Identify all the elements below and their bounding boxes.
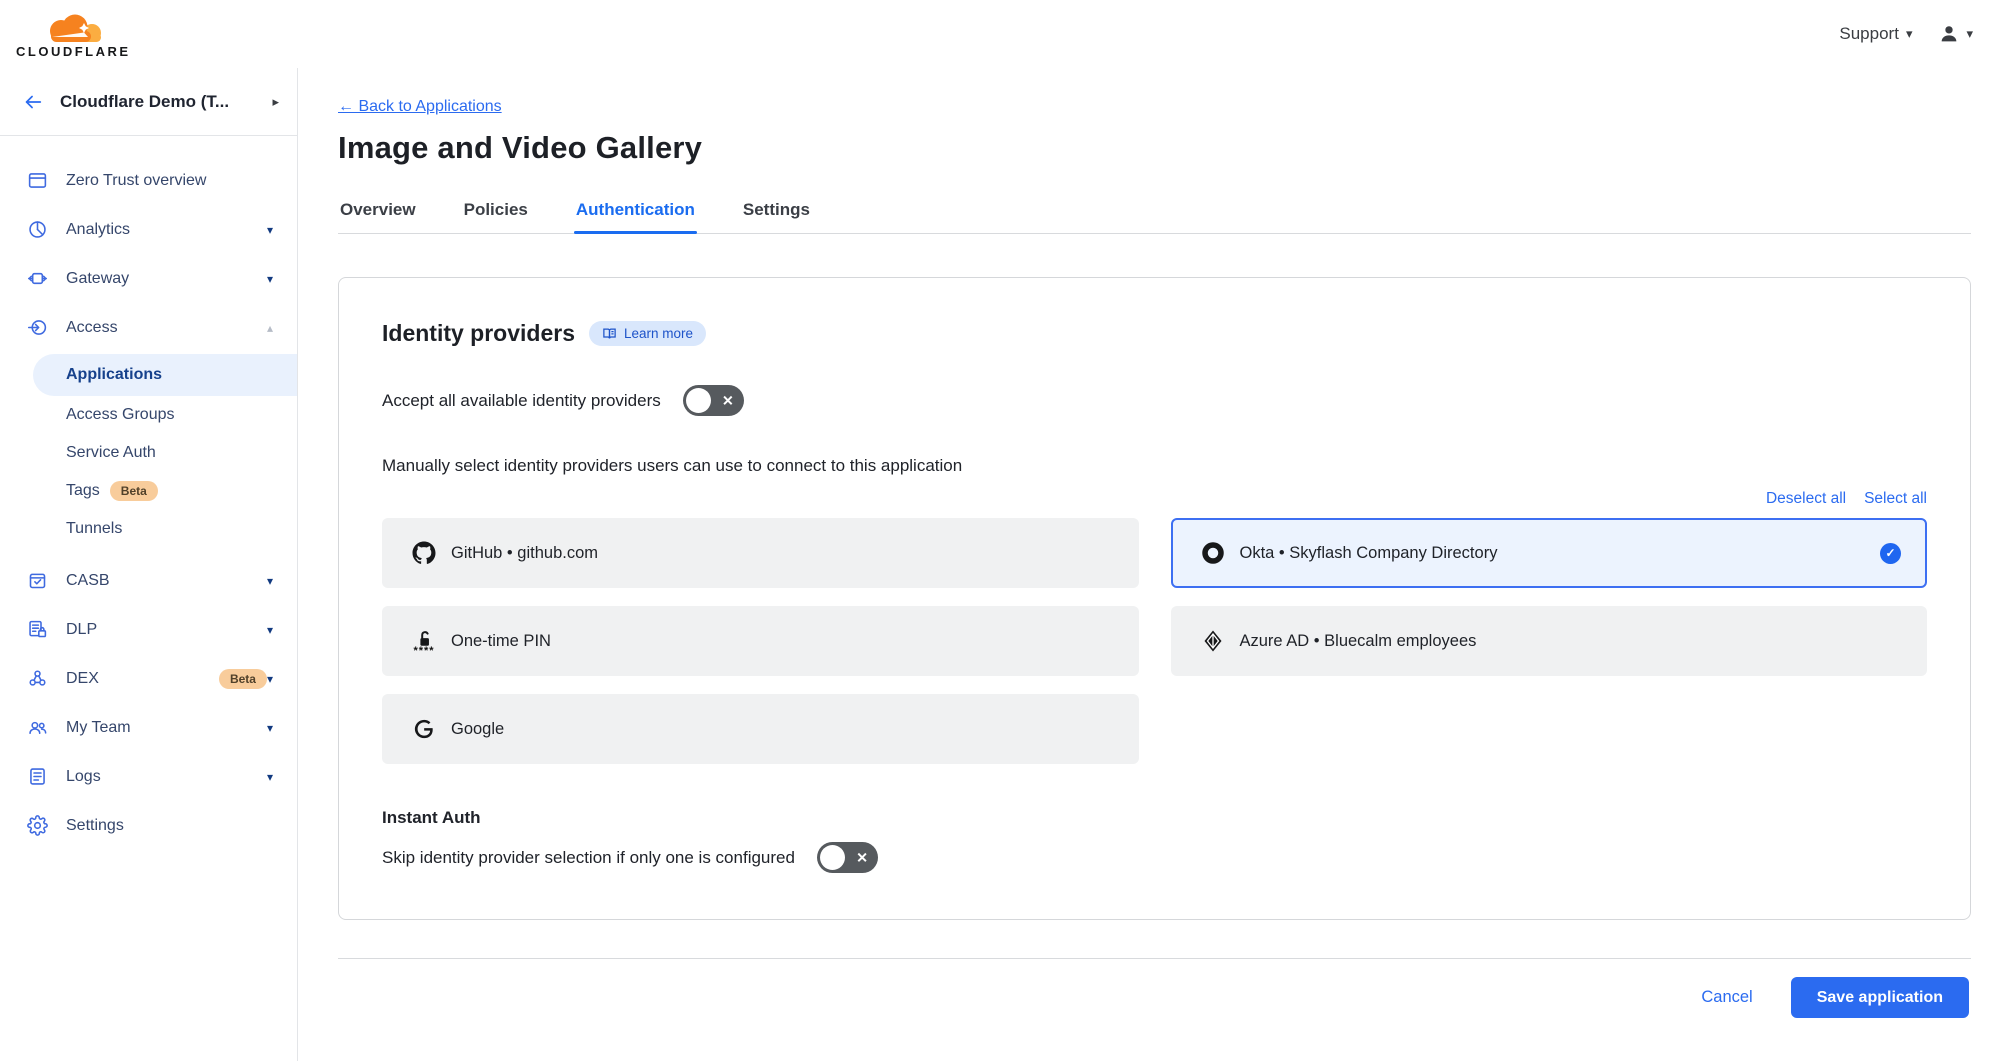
tab-policies[interactable]: Policies — [462, 192, 530, 233]
sidebar: Cloudflare Demo (T... ▸ Zero Trust overv… — [0, 68, 298, 1061]
access-login-icon — [27, 317, 49, 339]
sidebar-item-logs[interactable]: Logs ▾ — [0, 752, 297, 801]
back-to-applications-link[interactable]: ← Back to Applications — [338, 98, 502, 116]
account-name: Cloudflare Demo (T... — [60, 92, 256, 112]
beta-badge: Beta — [219, 669, 267, 689]
accept-all-label: Accept all available identity providers — [382, 391, 661, 411]
provider-grid: GitHub • github.com Okta • Skyflash Comp… — [382, 518, 1927, 764]
tab-bar: Overview Policies Authentication Setting… — [338, 192, 1971, 234]
provider-okta[interactable]: Okta • Skyflash Company Directory ✓ — [1171, 518, 1928, 588]
identity-providers-card: Identity providers Learn more Accept all… — [338, 277, 1971, 920]
page-title: Image and Video Gallery — [338, 130, 1971, 166]
chevron-down-icon[interactable]: ▾ — [267, 770, 273, 784]
tab-settings[interactable]: Settings — [741, 192, 812, 233]
gateway-icon — [27, 268, 49, 290]
top-bar: CLOUDFLARE Support ▾ ▾ — [0, 0, 1999, 68]
chevron-down-icon[interactable]: ▾ — [267, 721, 273, 735]
chevron-right-icon[interactable]: ▸ — [272, 94, 279, 110]
tab-authentication[interactable]: Authentication — [574, 192, 697, 233]
toggle-off-x-icon: ✕ — [722, 392, 734, 409]
document-lock-icon — [27, 619, 49, 641]
toggle-off-x-icon: ✕ — [856, 849, 868, 866]
sidebar-item-applications[interactable]: Applications — [33, 354, 297, 396]
sidebar-item-tags[interactable]: Tags Beta — [0, 472, 297, 510]
pie-chart-icon — [27, 219, 49, 241]
chevron-down-icon: ▾ — [1966, 26, 1973, 42]
chevron-down-icon[interactable]: ▾ — [267, 574, 273, 588]
user-icon — [1938, 23, 1960, 45]
card-title: Identity providers — [382, 320, 575, 347]
sidebar-nav: Zero Trust overview Analytics ▾ Gateway … — [0, 136, 297, 850]
sidebar-item-tunnels[interactable]: Tunnels — [0, 510, 297, 548]
casb-box-check-icon — [27, 570, 49, 592]
sidebar-item-dlp[interactable]: DLP ▾ — [0, 605, 297, 654]
sidebar-item-zero-trust-overview[interactable]: Zero Trust overview — [0, 156, 297, 205]
selected-check-icon: ✓ — [1880, 543, 1901, 564]
accept-all-toggle[interactable]: ✕ — [683, 385, 744, 416]
people-icon — [27, 717, 49, 739]
manual-select-label: Manually select identity providers users… — [382, 456, 1927, 476]
azure-ad-icon — [1200, 626, 1226, 656]
chevron-down-icon[interactable]: ▾ — [267, 623, 273, 637]
main-content: ← Back to Applications Image and Video G… — [298, 68, 1999, 1061]
sidebar-item-casb[interactable]: CASB ▾ — [0, 556, 297, 605]
sidebar-item-gateway[interactable]: Gateway ▾ — [0, 254, 297, 303]
account-switcher: Cloudflare Demo (T... ▸ — [0, 68, 297, 136]
sidebar-item-service-auth[interactable]: Service Auth — [0, 434, 297, 472]
cancel-button[interactable]: Cancel — [1701, 988, 1752, 1007]
sidebar-item-analytics[interactable]: Analytics ▾ — [0, 205, 297, 254]
support-menu[interactable]: Support ▾ — [1839, 24, 1912, 44]
okta-icon — [1200, 538, 1226, 568]
toggle-knob — [820, 845, 845, 870]
chevron-down-icon[interactable]: ▾ — [267, 672, 273, 686]
access-subnav: Applications Access Groups Service Auth … — [0, 352, 297, 556]
one-time-pin-lock-icon: **** — [411, 626, 437, 656]
toggle-knob — [686, 388, 711, 413]
back-arrow-icon[interactable] — [22, 91, 44, 113]
footer-actions: Cancel Save application — [338, 959, 1971, 1018]
chevron-up-icon[interactable]: ▴ — [267, 321, 273, 335]
provider-azure-ad[interactable]: Azure AD • Bluecalm employees — [1171, 606, 1928, 676]
otp-stars: **** — [413, 649, 434, 653]
gear-icon — [27, 815, 49, 837]
brand-wordmark: CLOUDFLARE — [16, 45, 131, 58]
sidebar-item-access-groups[interactable]: Access Groups — [0, 396, 297, 434]
github-icon — [411, 538, 437, 568]
select-all-link[interactable]: Select all — [1864, 490, 1927, 508]
provider-github[interactable]: GitHub • github.com — [382, 518, 1139, 588]
provider-one-time-pin[interactable]: **** One-time PIN — [382, 606, 1139, 676]
cloudflare-logo: CLOUDFLARE — [16, 10, 131, 58]
chevron-down-icon[interactable]: ▾ — [267, 272, 273, 286]
google-icon — [411, 714, 437, 744]
deselect-all-link[interactable]: Deselect all — [1766, 490, 1846, 508]
provider-google[interactable]: Google — [382, 694, 1139, 764]
tab-overview[interactable]: Overview — [338, 192, 418, 233]
instant-auth-toggle[interactable]: ✕ — [817, 842, 878, 873]
sidebar-item-dex[interactable]: DEX Beta ▾ — [0, 654, 297, 703]
user-menu[interactable]: ▾ — [1938, 23, 1973, 45]
instant-auth-heading: Instant Auth — [382, 808, 1927, 828]
learn-more-badge[interactable]: Learn more — [589, 321, 706, 346]
support-label: Support — [1839, 24, 1899, 44]
chevron-down-icon[interactable]: ▾ — [267, 223, 273, 237]
beta-badge: Beta — [110, 481, 158, 501]
cloudflare-cloud-icon — [40, 14, 106, 44]
network-nodes-icon — [27, 668, 49, 690]
sidebar-item-my-team[interactable]: My Team ▾ — [0, 703, 297, 752]
sidebar-item-access[interactable]: Access ▴ — [0, 303, 297, 352]
window-icon — [27, 170, 49, 192]
log-list-icon — [27, 766, 49, 788]
instant-auth-label: Skip identity provider selection if only… — [382, 848, 795, 868]
save-application-button[interactable]: Save application — [1791, 977, 1969, 1018]
chevron-down-icon: ▾ — [1906, 26, 1913, 42]
book-icon — [602, 326, 617, 341]
sidebar-item-settings[interactable]: Settings — [0, 801, 297, 850]
